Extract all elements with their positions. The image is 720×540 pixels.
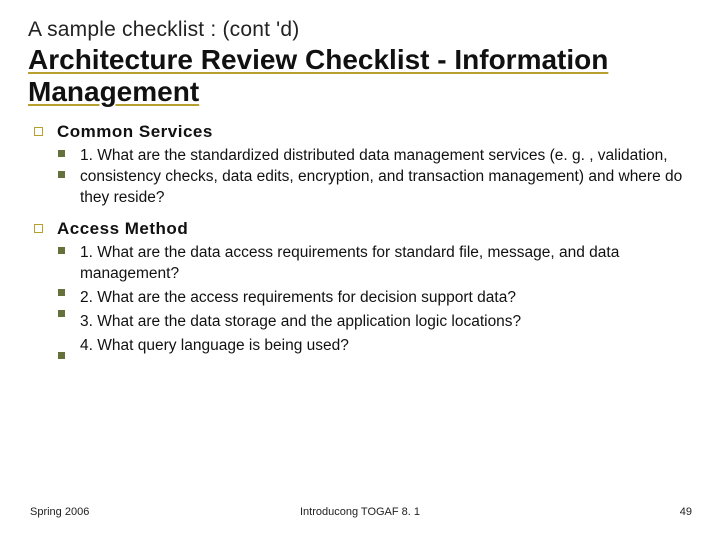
square-fill-icon xyxy=(58,289,65,296)
list-item: 1. What are the data access requirements… xyxy=(80,243,692,285)
slide-footer: Spring 2006 Introducong TOGAF 8. 1 49 xyxy=(0,506,720,518)
section-heading: Common Services xyxy=(57,122,213,142)
list-item: 3. What are the data storage and the app… xyxy=(80,312,692,333)
square-fill-icon xyxy=(58,352,65,359)
section: Common Services 1. What are the standardi… xyxy=(34,122,692,209)
section: Access Method 1. What are the data access… xyxy=(34,219,692,357)
slide-title: Architecture Review Checklist - Informat… xyxy=(28,44,692,108)
square-fill-icon xyxy=(58,171,65,178)
square-outline-icon xyxy=(34,127,43,136)
square-fill-icon xyxy=(58,310,65,317)
list-item: 1. What are the standardized distributed… xyxy=(80,146,692,209)
section-heading: Access Method xyxy=(57,219,188,239)
list-item: 4. What query language is being used? xyxy=(80,336,692,357)
square-fill-icon xyxy=(58,247,65,254)
square-fill-icon xyxy=(58,150,65,157)
square-outline-icon xyxy=(34,224,43,233)
slide-supertitle: A sample checklist : (cont 'd) xyxy=(28,18,692,42)
footer-center: Introducong TOGAF 8. 1 xyxy=(0,506,720,518)
list-item: 2. What are the access requirements for … xyxy=(80,288,692,309)
